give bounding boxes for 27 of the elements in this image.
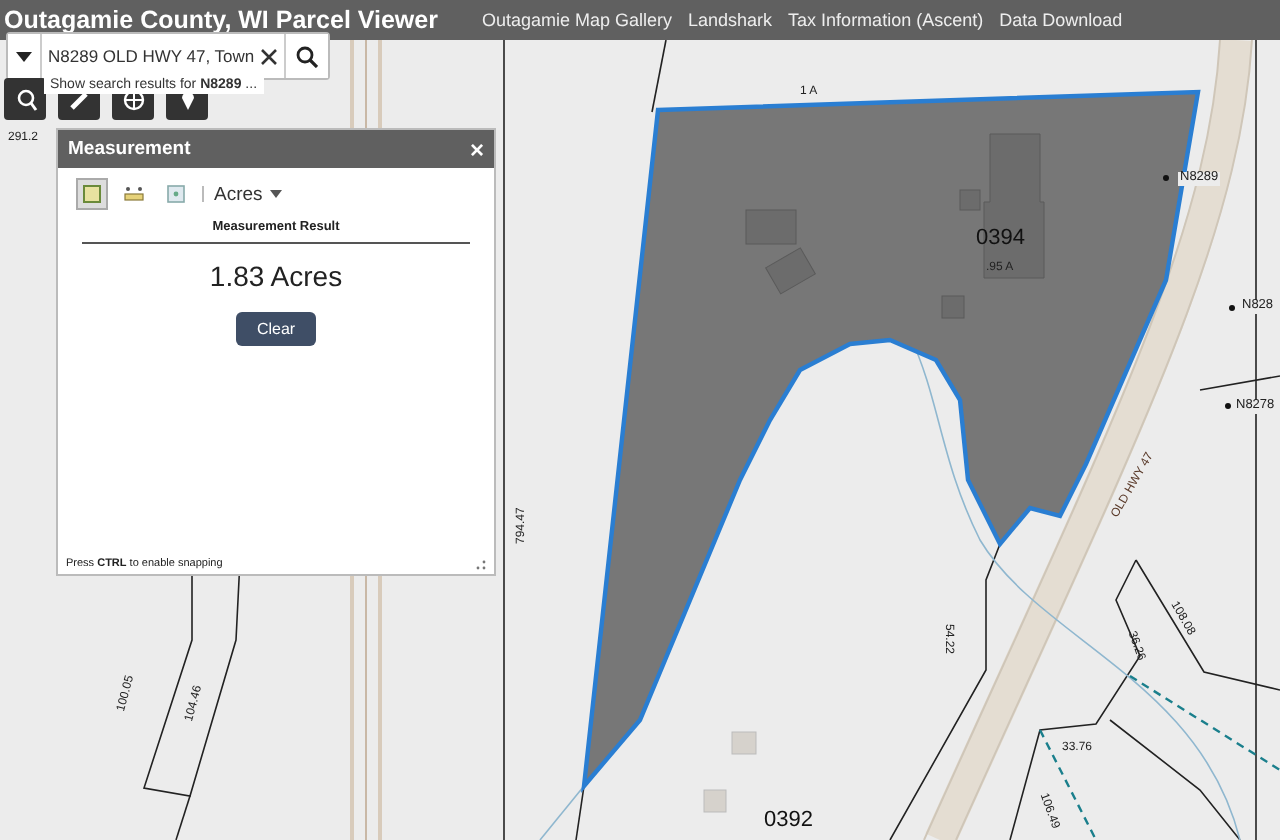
caret-icon bbox=[270, 190, 283, 198]
area-tool-button[interactable] bbox=[76, 178, 108, 210]
close-button[interactable]: × bbox=[469, 137, 484, 161]
coordinate-icon bbox=[166, 184, 186, 204]
parcel-number-label: 0392 bbox=[764, 810, 813, 832]
measurement-result: 1.83 Acres bbox=[209, 260, 343, 292]
resize-grip-icon[interactable] bbox=[476, 560, 486, 570]
unit-dropdown[interactable]: Acres bbox=[214, 183, 283, 205]
nav-link[interactable]: Tax Information (Ascent) bbox=[788, 10, 984, 30]
address-point bbox=[1225, 403, 1231, 409]
building-footprint bbox=[731, 731, 757, 755]
building-footprint bbox=[745, 209, 797, 245]
nav-link[interactable]: Outagamie Map Gallery bbox=[481, 10, 673, 30]
address-point bbox=[1229, 305, 1235, 311]
magnifier-icon bbox=[13, 87, 37, 111]
nav-link[interactable]: Data Download bbox=[999, 10, 1123, 30]
clear-button[interactable]: Clear bbox=[236, 312, 316, 346]
area-icon bbox=[82, 184, 102, 204]
building-footprint bbox=[703, 789, 727, 813]
panel-title: Measurement bbox=[68, 138, 191, 160]
nav-link[interactable]: Landshark bbox=[688, 10, 773, 30]
app-title: Outagamie County, WI Parcel Viewer bbox=[4, 6, 438, 34]
address-point bbox=[1163, 175, 1169, 181]
parcel-number-label: 0394 bbox=[976, 228, 1025, 250]
identify-tool-button[interactable] bbox=[4, 78, 46, 120]
building-footprint bbox=[941, 295, 965, 319]
ruler-icon bbox=[124, 184, 144, 204]
